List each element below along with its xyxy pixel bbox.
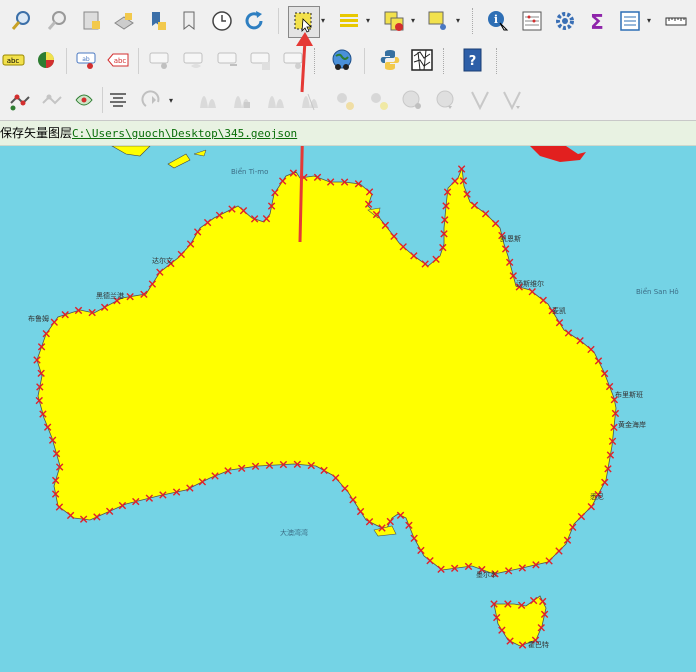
show-label-icon[interactable] bbox=[180, 46, 208, 74]
zoom-selection-icon[interactable] bbox=[144, 7, 172, 35]
table-icon[interactable] bbox=[616, 7, 644, 35]
clock-icon[interactable] bbox=[208, 7, 236, 35]
toolbar-separator bbox=[102, 87, 103, 113]
zoom-last-icon[interactable] bbox=[176, 7, 204, 35]
toolbar-separator bbox=[66, 48, 67, 74]
zoom-full-icon[interactable] bbox=[78, 7, 106, 35]
settings-gear-icon[interactable] bbox=[551, 7, 579, 35]
toolbar-grip[interactable] bbox=[443, 48, 447, 74]
city-label-cairns: 凯恩斯 bbox=[500, 235, 521, 243]
message-label: 保存矢量图层 bbox=[0, 126, 73, 140]
python-icon[interactable] bbox=[376, 46, 404, 74]
pin-label-icon[interactable]: ab bbox=[73, 46, 101, 74]
city-label-townsville: 汤斯维尔 bbox=[516, 280, 544, 288]
add-ring-icon[interactable] bbox=[364, 86, 392, 114]
curve-tool-icon[interactable] bbox=[194, 86, 222, 114]
fill-ring-icon[interactable] bbox=[330, 86, 358, 114]
annotation-arrow bbox=[296, 32, 313, 93]
city-label-mackay: 麦凯 bbox=[552, 307, 566, 315]
diagram-icon[interactable] bbox=[32, 46, 60, 74]
city-label-port-hedland: 黑德兰港 bbox=[96, 292, 124, 300]
toolbar-row-3: ▾ bbox=[0, 80, 696, 121]
city-label-melbourne: 墨尔本 bbox=[476, 571, 497, 579]
trim-extend-icon[interactable] bbox=[466, 86, 494, 114]
label-icon[interactable]: abc bbox=[0, 46, 28, 74]
digitize-icon[interactable] bbox=[6, 86, 34, 114]
identify-icon[interactable]: i bbox=[484, 7, 512, 35]
svg-text:i: i bbox=[494, 13, 498, 26]
highlight-label-icon[interactable]: abc bbox=[104, 46, 132, 74]
vertex-tool-icon[interactable] bbox=[38, 86, 66, 114]
select-location-icon[interactable] bbox=[424, 7, 452, 35]
advanced-digitize-icon[interactable] bbox=[70, 86, 98, 114]
georeferencer-icon[interactable] bbox=[408, 46, 436, 74]
deselect-dropdown-icon[interactable]: ▾ bbox=[411, 17, 419, 25]
delete-part-icon[interactable] bbox=[432, 86, 460, 114]
svg-text:abc: abc bbox=[114, 57, 127, 65]
zoom-to-layer-icon[interactable] bbox=[110, 7, 138, 35]
sum-icon[interactable]: Σ bbox=[583, 7, 611, 35]
simplify-icon[interactable] bbox=[498, 86, 526, 114]
city-label-goldcoast: 黄金海岸 bbox=[618, 421, 646, 429]
deselect-icon[interactable] bbox=[380, 7, 408, 35]
sea-label-coral: Biển San Hô bbox=[636, 288, 679, 296]
select-dropdown-icon[interactable]: ▾ bbox=[321, 17, 329, 25]
city-label-sydney: 悉尼 bbox=[590, 493, 604, 501]
toolbar-separator bbox=[138, 48, 139, 74]
rotate-symbol-icon[interactable] bbox=[138, 86, 166, 114]
statistics-icon[interactable] bbox=[518, 7, 546, 35]
offset-curve-icon[interactable] bbox=[228, 86, 256, 114]
toolbar-separator bbox=[364, 48, 365, 74]
help-icon[interactable]: ? bbox=[458, 46, 486, 74]
change-label-icon[interactable] bbox=[247, 46, 275, 74]
zoom-in-icon[interactable] bbox=[8, 7, 36, 35]
city-label-hobart: 霍巴特 bbox=[528, 641, 549, 649]
refresh-icon[interactable] bbox=[240, 7, 268, 35]
svg-text:abc: abc bbox=[7, 57, 20, 65]
measure-icon[interactable] bbox=[662, 7, 690, 35]
city-label-darwin: 达尔文 bbox=[152, 257, 173, 265]
toolbar-separator bbox=[278, 8, 279, 34]
file-path-link[interactable]: C:\Users\guoch\Desktop\345.geojson bbox=[72, 127, 297, 140]
reshape-icon[interactable] bbox=[262, 86, 290, 114]
map-svg bbox=[0, 27, 696, 668]
location-dropdown-icon[interactable]: ▾ bbox=[456, 17, 464, 25]
toolbar-row-1: ▾ ▾ ▾ ▾ i Σ ▾ bbox=[0, 0, 696, 42]
attribute-dropdown-icon[interactable]: ▾ bbox=[366, 17, 374, 25]
message-bar: 保存矢量图层C:\Users\guoch\Desktop\345.geojson bbox=[0, 121, 696, 146]
globe-icon[interactable] bbox=[328, 46, 356, 74]
zoom-out-icon[interactable] bbox=[44, 7, 72, 35]
toolbar-row-2: abc ab abc ? bbox=[0, 42, 696, 80]
table-dropdown-icon[interactable]: ▾ bbox=[647, 17, 655, 25]
move-label-icon[interactable] bbox=[146, 46, 174, 74]
city-label-broome: 布鲁姆 bbox=[28, 315, 49, 323]
rotate-label-icon[interactable] bbox=[214, 46, 242, 74]
toolbar-grip[interactable] bbox=[472, 8, 476, 34]
city-label-brisbane: 布里斯班 bbox=[615, 391, 643, 399]
map-canvas[interactable]: Biển Ti-mo Biển San Hô 大澳湾湾 达尔文 黑德兰港 布鲁姆… bbox=[0, 27, 696, 668]
svg-text:ab: ab bbox=[82, 56, 90, 63]
svg-text:?: ? bbox=[469, 54, 477, 69]
ocean-label: 大澳湾湾 bbox=[280, 529, 308, 537]
toolbar-grip[interactable] bbox=[496, 48, 500, 74]
attribute-table-icon[interactable] bbox=[335, 7, 363, 35]
delete-ring-icon[interactable] bbox=[398, 86, 426, 114]
align-icon[interactable] bbox=[104, 86, 132, 114]
rotate-dropdown-icon[interactable]: ▾ bbox=[169, 97, 177, 105]
svg-text:Σ: Σ bbox=[590, 10, 604, 33]
sea-label-timor: Biển Ti-mo bbox=[231, 168, 269, 176]
